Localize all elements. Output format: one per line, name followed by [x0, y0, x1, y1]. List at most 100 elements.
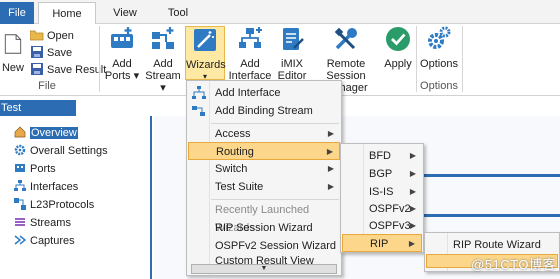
tree-item-interfaces[interactable]: Interfaces — [14, 179, 78, 195]
tools-wrench-icon — [334, 27, 357, 50]
port-icon — [15, 164, 25, 172]
tree-item-ports[interactable]: Ports — [14, 161, 56, 177]
submenu-arrow-icon: ▶ — [409, 221, 416, 230]
submenu-arrow-icon: ▶ — [409, 169, 416, 178]
menu-item-label: Add Binding Stream — [215, 105, 313, 117]
interfaces-icon — [14, 180, 26, 191]
apply-button[interactable]: Apply — [383, 26, 413, 70]
menu-item-label: Add Interface — [215, 87, 281, 99]
menu-item-label: OSPFv3 — [369, 220, 411, 232]
routing-submenu: BFD ▶ BGP ▶ IS-IS ▶ OSPFv2 ▶ OSPFv3 ▶ RIP ▶ — [340, 143, 424, 253]
checkmark-icon — [386, 27, 410, 51]
menu-item-label: IS-IS — [369, 186, 394, 198]
add-interface-button[interactable]: Add Interface — [228, 26, 272, 82]
submenu-arrow-icon: ▶ — [409, 204, 416, 213]
submenu-arrow-icon: ▶ — [327, 129, 334, 138]
new-button[interactable]: New — [0, 32, 26, 74]
tree-item-label: L23Protocols — [30, 199, 95, 211]
menu-item-access[interactable]: Access ▶ — [188, 125, 340, 143]
add-ports-label-2: Ports ▾ — [104, 70, 140, 82]
gears-icon — [428, 26, 451, 49]
wizard-wand-icon — [194, 29, 216, 51]
menu-item-rip-route-wizard[interactable]: RIP Route Wizard — [426, 236, 558, 254]
overview-decoration — [424, 214, 560, 217]
watermark: @51CTO博客 — [471, 257, 556, 272]
options-label: Options — [420, 58, 458, 70]
binding-stream-icon — [192, 106, 205, 116]
submenu-arrow-icon: ▶ — [327, 182, 334, 191]
menu-item-test-suite[interactable]: Test Suite ▶ — [188, 178, 340, 196]
tab-home[interactable]: Home — [38, 2, 96, 25]
imix-editor-label-1: iMIX — [281, 58, 303, 70]
menu-item-ospfv2-session-wizard[interactable]: OSPFv2 Session Wizard — [188, 237, 340, 255]
streams-icon — [15, 218, 25, 226]
folder-open-icon — [30, 30, 44, 41]
ports-icon — [111, 27, 133, 48]
overview-decoration — [424, 174, 560, 177]
tree-item-l23protocols[interactable]: L23Protocols — [14, 197, 94, 213]
menu-item-rip-session-wizard[interactable]: RIP Session Wizard — [188, 219, 340, 237]
ribbon-separator — [416, 26, 417, 92]
tree-item-label: Interfaces — [30, 181, 79, 193]
menu-item-label: OSPFv2 — [369, 203, 411, 215]
ribbon-separator — [99, 26, 100, 92]
menu-item-bgp[interactable]: BGP ▶ — [342, 165, 422, 183]
submenu-arrow-icon: ▶ — [326, 147, 333, 156]
menu-item-label: RIP — [370, 238, 389, 250]
menu-item-label: BGP — [369, 168, 393, 180]
tab-view[interactable]: View — [106, 2, 144, 24]
interface-icon — [192, 86, 206, 99]
wizards-menu: Add Interface Add Binding Stream Access ▶… — [186, 80, 342, 276]
add-ports-button[interactable]: Add Ports ▾ — [104, 26, 140, 82]
tree-item-overview[interactable]: Overview — [14, 125, 78, 141]
tree-item-label: Ports — [30, 163, 56, 175]
add-stream-label-1: Add — [153, 58, 173, 70]
submenu-arrow-icon: ▶ — [408, 239, 415, 248]
save-result-button[interactable]: Save Result — [30, 62, 106, 78]
menu-item-label: RIP Route Wizard — [453, 239, 541, 251]
menu-item-switch[interactable]: Switch ▶ — [188, 160, 340, 178]
tree-item-captures[interactable]: Captures — [14, 233, 75, 249]
interface-icon — [239, 27, 262, 48]
wizards-button[interactable]: Wizards ▾ — [185, 26, 226, 81]
menu-item-add-binding-stream[interactable]: Add Binding Stream — [188, 102, 340, 120]
captures-icon — [14, 235, 26, 245]
add-stream-button[interactable]: Add Stream ▾ — [143, 26, 183, 94]
menu-item-label: BFD — [369, 150, 391, 162]
save-button[interactable]: Save — [30, 45, 72, 61]
imix-editor-button[interactable]: iMIX Editor — [275, 26, 309, 82]
stream-icon — [152, 27, 174, 49]
open-button[interactable]: Open — [30, 28, 74, 44]
menu-item-label: Routing — [216, 146, 254, 158]
options-button[interactable]: Options — [420, 26, 458, 70]
tab-tool[interactable]: Tool — [160, 2, 196, 24]
menu-scroll-down-button[interactable]: ▼ — [191, 264, 337, 274]
tree-item-streams[interactable]: Streams — [14, 215, 71, 231]
menu-item-add-interface[interactable]: Add Interface — [188, 84, 340, 102]
test-configuration-tree: Overview Overall Settings Ports Interfac… — [0, 116, 152, 279]
ribbon-tab-bar: File Home View Tool — [0, 0, 560, 25]
tab-file[interactable]: File — [0, 2, 34, 24]
protocols-icon — [14, 198, 26, 210]
save-result-label: Save Result — [47, 64, 107, 76]
submenu-arrow-icon: ▶ — [409, 151, 416, 160]
menu-item-ospfv3[interactable]: OSPFv3 ▶ — [342, 217, 422, 235]
submenu-arrow-icon: ▶ — [327, 164, 334, 173]
save-icon — [31, 46, 43, 58]
tree-item-label: Overview — [30, 127, 78, 139]
menu-item-ospfv2[interactable]: OSPFv2 ▶ — [342, 200, 422, 218]
home-icon — [14, 126, 26, 138]
save-result-icon — [31, 63, 43, 75]
test-configuration-panel-title: Test Configuration — [0, 100, 76, 130]
submenu-arrow-icon: ▶ — [409, 187, 416, 196]
menu-item-label: Access — [215, 128, 251, 140]
menu-separator — [211, 199, 339, 200]
menu-item-is-is[interactable]: IS-IS ▶ — [342, 183, 422, 201]
menu-item-label: Switch — [215, 163, 248, 175]
menu-item-bfd[interactable]: BFD ▶ — [342, 147, 422, 165]
menu-item-routing[interactable]: Routing ▶ — [188, 142, 340, 160]
menu-item-rip[interactable]: RIP ▶ — [342, 234, 422, 252]
open-label: Open — [47, 30, 74, 42]
tree-item-overall-settings[interactable]: Overall Settings — [14, 143, 108, 159]
new-document-icon — [4, 34, 22, 54]
